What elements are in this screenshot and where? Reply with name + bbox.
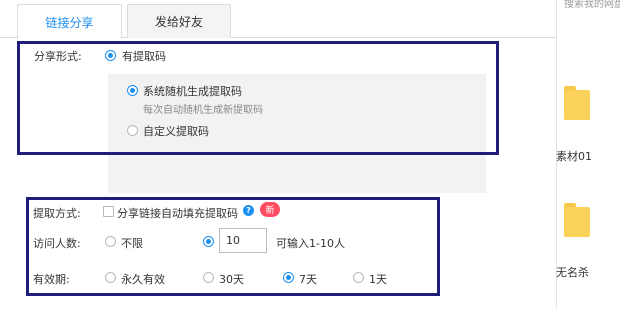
folder-label[interactable]: 素材01 <box>556 148 592 164</box>
folder-icon[interactable] <box>564 203 590 237</box>
tab-send-to-friend[interactable]: 发给好友 <box>127 4 231 38</box>
highlight-box-access-settings <box>26 197 440 296</box>
tab-link-share[interactable]: 链接分享 <box>17 4 122 39</box>
background-search-text: 搜索我的网盘 <box>564 0 620 10</box>
highlight-box-share-form <box>17 41 499 155</box>
folder-icon[interactable] <box>564 86 590 120</box>
folder-label[interactable]: 无名杀 <box>556 264 589 280</box>
